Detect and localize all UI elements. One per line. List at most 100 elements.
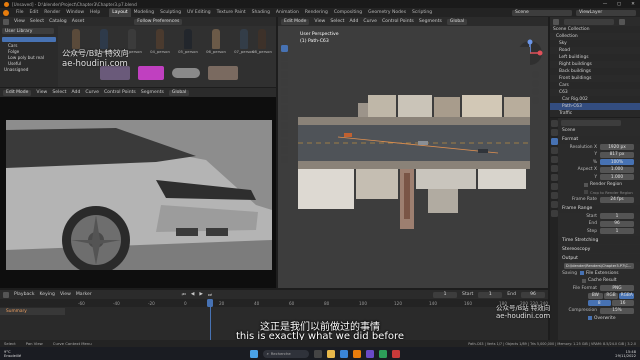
color-rgb-button[interactable]: RGB xyxy=(603,292,619,299)
time-stretching-section-header[interactable]: Time Stretching xyxy=(558,236,640,244)
frame-step-field[interactable]: 1 xyxy=(600,228,634,235)
app-icon[interactable] xyxy=(391,349,400,358)
rotate-tool-icon[interactable] xyxy=(281,70,288,78)
play-icon[interactable]: ▶ xyxy=(199,292,203,297)
menu-control-points[interactable]: Control Points xyxy=(104,90,136,95)
asset-menu-select[interactable]: Select xyxy=(30,19,44,24)
library-selector[interactable]: User Library xyxy=(2,28,54,34)
cache-result-checkbox[interactable] xyxy=(582,278,586,283)
workspace-tab-sculpting[interactable]: Sculpting xyxy=(157,8,184,17)
menu-curve[interactable]: Curve xyxy=(363,19,377,24)
render-region-checkbox[interactable] xyxy=(584,182,588,187)
catalog-all[interactable] xyxy=(2,37,56,42)
radius-tool-icon[interactable] xyxy=(281,138,288,146)
system-clock[interactable]: 15:48 29/11/2022 xyxy=(615,350,636,358)
minimize-button[interactable]: — xyxy=(598,2,612,7)
file-explorer-icon[interactable] xyxy=(326,349,335,358)
asset-thumbnail[interactable] xyxy=(208,66,238,80)
outliner-row[interactable]: Collection xyxy=(550,33,640,40)
aspect-x-field[interactable]: 1.000 xyxy=(600,166,634,173)
outliner-row[interactable]: Back buildings xyxy=(550,68,640,75)
view-layer-properties-icon[interactable] xyxy=(550,147,558,154)
menu-view[interactable]: View xyxy=(36,90,47,95)
weather-widget[interactable]: 9°C Ensoleillé xyxy=(4,350,34,358)
file-format-dropdown[interactable]: PNG xyxy=(600,285,634,292)
measure-tool-icon[interactable] xyxy=(281,104,288,112)
task-view-icon[interactable] xyxy=(313,349,322,358)
keying-menu[interactable]: Keying xyxy=(40,292,55,297)
left-viewport[interactable]: Edit Mode View Select Add Curve Control … xyxy=(0,88,276,288)
close-button[interactable]: ✕ xyxy=(626,2,640,7)
outliner-row[interactable]: Car Rig.002 xyxy=(550,96,640,103)
frame-rate-dropdown[interactable]: 24 fps xyxy=(600,196,634,203)
transform-orientation[interactable]: Global xyxy=(446,18,468,25)
render-properties-icon[interactable] xyxy=(550,129,558,136)
outliner-row-selected[interactable]: Path-C63 xyxy=(550,103,640,110)
workspace-tab-layout[interactable]: Layout xyxy=(109,8,131,17)
output-section-header[interactable]: Output xyxy=(558,254,640,262)
workspace-tab-rendering[interactable]: Rendering xyxy=(302,8,331,17)
resolution-y-field[interactable]: 817 px xyxy=(600,151,634,158)
object-properties-icon[interactable] xyxy=(550,174,558,181)
jump-end-icon[interactable]: ⏭ xyxy=(208,292,212,298)
mode-selector[interactable]: Edit Mode xyxy=(281,18,310,25)
move-tool-icon[interactable] xyxy=(281,62,288,69)
outliner-row[interactable]: Road xyxy=(550,47,640,54)
file-extensions-checkbox[interactable] xyxy=(580,271,584,276)
maximize-button[interactable]: ▢ xyxy=(612,2,626,7)
menu-segments[interactable]: Segments xyxy=(141,90,164,95)
pan-icon[interactable] xyxy=(532,79,539,87)
end-frame-field[interactable]: 96 xyxy=(521,291,545,298)
asset-thumbnail[interactable] xyxy=(172,68,200,78)
transform-orientation[interactable]: Global xyxy=(168,89,190,96)
current-frame-field[interactable]: 1 xyxy=(433,291,458,298)
follow-preferences-dropdown[interactable]: Follow Preferences xyxy=(134,18,183,25)
timeline-view-menu[interactable]: View xyxy=(60,292,71,297)
app-icon[interactable] xyxy=(365,349,374,358)
jump-start-icon[interactable]: ⏮ xyxy=(182,292,186,298)
menu-window[interactable]: Window xyxy=(63,8,87,17)
draw-tool-icon[interactable] xyxy=(281,113,288,120)
output-properties-icon[interactable] xyxy=(550,138,558,145)
workspace-tab-geometry-nodes[interactable]: Geometry Nodes xyxy=(365,8,409,17)
asset-item[interactable]: 06_person xyxy=(202,29,230,54)
world-properties-icon[interactable] xyxy=(550,165,558,172)
playhead[interactable] xyxy=(207,299,213,307)
outliner-row[interactable]: Traffic xyxy=(550,110,640,117)
workspace-tab-texture-paint[interactable]: Texture Paint xyxy=(214,8,249,17)
asset-menu-catalog[interactable]: Catalog xyxy=(49,19,67,24)
playback-menu[interactable]: Playback xyxy=(14,292,35,297)
scene-selector[interactable]: Scene xyxy=(512,9,572,16)
menu-view[interactable]: View xyxy=(314,19,325,24)
timeline-ruler[interactable]: -60 -40 -20 0 20 40 60 80 100 120 140 16… xyxy=(0,299,548,307)
blender-menu-icon[interactable] xyxy=(3,9,9,16)
outliner-row[interactable]: Scene Collection xyxy=(550,26,640,33)
asset-item[interactable]: 05_person xyxy=(174,29,202,54)
workspace-tab-uv-editing[interactable]: UV Editing xyxy=(184,8,213,17)
depth-8-button[interactable]: 8 xyxy=(588,300,611,307)
catalog-unassigned[interactable]: Unassigned xyxy=(0,67,58,73)
overwrite-checkbox[interactable] xyxy=(588,316,592,321)
windows-start-icon[interactable] xyxy=(249,349,258,358)
randomize-tool-icon[interactable] xyxy=(281,155,288,163)
taskbar-search[interactable]: ⌕ Recherche xyxy=(262,349,309,358)
output-path-field[interactable]: D:\blender\Renders\Chapter3.P7\C... xyxy=(564,262,634,269)
aspect-y-field[interactable]: 1.000 xyxy=(600,174,634,181)
compression-field[interactable]: 15% xyxy=(600,307,634,314)
frame-end-field[interactable]: 96 xyxy=(600,220,634,227)
outliner-row[interactable]: Right buildings xyxy=(550,61,640,68)
outliner-row[interactable]: Sky xyxy=(550,40,640,47)
transform-tool-icon[interactable] xyxy=(281,87,288,95)
blender-taskbar-icon[interactable] xyxy=(352,349,361,358)
outliner-search[interactable] xyxy=(564,18,614,25)
color-rgba-button[interactable]: RGBA xyxy=(619,292,635,299)
workspace-tab-animation[interactable]: Animation xyxy=(273,8,302,17)
extrude-tool-icon[interactable] xyxy=(281,130,288,137)
menu-select[interactable]: Select xyxy=(330,19,344,24)
timeline-editor-icon[interactable] xyxy=(3,291,9,298)
properties-search[interactable] xyxy=(561,119,621,126)
outliner-row[interactable]: C63 xyxy=(550,89,640,96)
menu-add[interactable]: Add xyxy=(349,19,358,24)
modifier-properties-icon[interactable] xyxy=(550,183,558,190)
asset-thumbnail[interactable] xyxy=(138,66,164,80)
